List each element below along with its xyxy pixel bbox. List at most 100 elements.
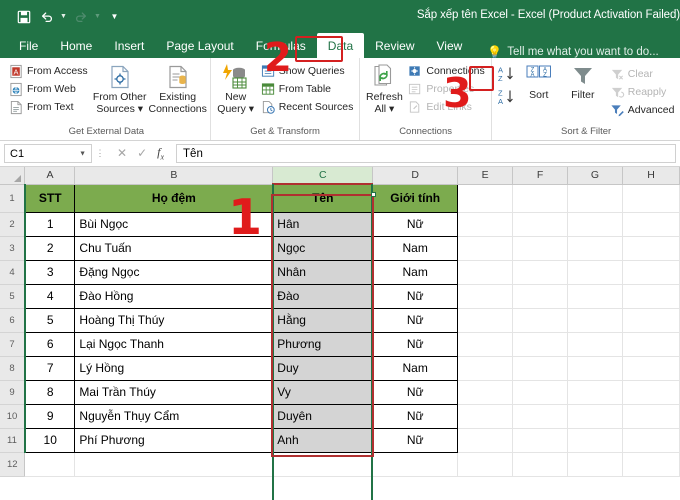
chevron-down-icon[interactable]: ▼	[79, 150, 86, 157]
cell-d10[interactable]: Nữ	[372, 403, 459, 429]
row-header-2[interactable]: 2	[0, 212, 26, 237]
cell-g4[interactable]	[567, 260, 623, 285]
column-header-d[interactable]: D	[372, 167, 459, 185]
cell-a1[interactable]: STT	[24, 183, 76, 213]
cell-b8[interactable]: Lý Hồng	[74, 355, 274, 381]
cell-h12[interactable]	[622, 452, 680, 477]
refresh-all-button[interactable]: Refresh All ▾	[363, 61, 405, 115]
cell-d7[interactable]: Nữ	[372, 331, 459, 357]
cell-d1[interactable]: Giới tính	[372, 183, 459, 213]
cell-g3[interactable]	[567, 236, 623, 261]
tab-data[interactable]: Data	[316, 33, 365, 58]
cell-a11[interactable]: 10	[24, 427, 76, 453]
cell-h9[interactable]	[622, 380, 680, 405]
select-all-corner[interactable]	[0, 167, 26, 185]
row-header-5[interactable]: 5	[0, 284, 26, 309]
cell-g6[interactable]	[567, 308, 623, 333]
row-header-7[interactable]: 7	[0, 332, 26, 357]
tell-me-search[interactable]: 💡 Tell me what you want to do...	[487, 46, 658, 58]
tab-review[interactable]: Review	[364, 33, 425, 58]
cell-f12[interactable]	[512, 452, 569, 477]
cell-a10[interactable]: 9	[24, 403, 76, 429]
cell-h6[interactable]	[622, 308, 680, 333]
cell-d6[interactable]: Nữ	[372, 307, 459, 333]
cell-g1[interactable]	[567, 184, 623, 213]
cell-a5[interactable]: 4	[24, 283, 76, 309]
connections-button[interactable]: Connections	[405, 62, 487, 80]
cell-h10[interactable]	[622, 404, 680, 429]
sort-descending-button[interactable]: Z A	[495, 86, 517, 108]
cell-b4[interactable]: Đặng Ngọc	[74, 259, 274, 285]
cell-b2[interactable]: Bùi Ngọc	[74, 211, 274, 237]
cell-d2[interactable]: Nữ	[372, 211, 459, 237]
column-header-b[interactable]: B	[74, 167, 274, 185]
column-header-c[interactable]: C	[272, 167, 374, 185]
cell-d8[interactable]: Nam	[372, 355, 459, 381]
cell-f8[interactable]	[512, 356, 569, 381]
cell-h2[interactable]	[622, 212, 680, 237]
cell-f10[interactable]	[512, 404, 569, 429]
cell-g5[interactable]	[567, 284, 623, 309]
cell-c3[interactable]: Ngọc	[272, 235, 374, 261]
cell-f6[interactable]	[512, 308, 569, 333]
cell-h8[interactable]	[622, 356, 680, 381]
column-header-a[interactable]: A	[24, 167, 76, 185]
cell-h5[interactable]	[622, 284, 680, 309]
column-header-h[interactable]: H	[622, 167, 680, 185]
column-header-f[interactable]: F	[512, 167, 569, 185]
cell-b9[interactable]: Mai Trần Thúy	[74, 379, 274, 405]
row-header-1[interactable]: 1	[0, 184, 26, 213]
from-other-sources-button[interactable]: From Other Sources ▾	[91, 61, 149, 115]
recent-sources-button[interactable]: Recent Sources	[258, 98, 357, 116]
cell-h3[interactable]	[622, 236, 680, 261]
tab-insert[interactable]: Insert	[103, 33, 155, 58]
save-icon[interactable]	[13, 6, 34, 27]
cell-g11[interactable]	[567, 428, 623, 453]
cell-g12[interactable]	[567, 452, 623, 477]
cell-c2[interactable]: Hân	[272, 211, 374, 237]
cell-d5[interactable]: Nữ	[372, 283, 459, 309]
cell-f2[interactable]	[512, 212, 569, 237]
cell-f9[interactable]	[512, 380, 569, 405]
cell-g8[interactable]	[567, 356, 623, 381]
cell-e9[interactable]	[457, 380, 514, 405]
row-header-6[interactable]: 6	[0, 308, 26, 333]
cell-c8[interactable]: Duy	[272, 355, 374, 381]
sort-ascending-button[interactable]: A Z	[495, 63, 517, 85]
cell-e5[interactable]	[457, 284, 514, 309]
cell-a7[interactable]: 6	[24, 331, 76, 357]
column-header-g[interactable]: G	[567, 167, 623, 185]
from-access-button[interactable]: A From Access	[6, 62, 91, 80]
cell-e10[interactable]	[457, 404, 514, 429]
cell-b5[interactable]: Đào Hồng	[74, 283, 274, 309]
cell-d4[interactable]: Nam	[372, 259, 459, 285]
cell-a2[interactable]: 1	[24, 211, 76, 237]
fx-icon[interactable]: fx	[157, 145, 164, 161]
row-header-9[interactable]: 9	[0, 380, 26, 405]
cell-a12[interactable]	[24, 452, 76, 477]
cell-b6[interactable]: Hoàng Thị Thúy	[74, 307, 274, 333]
tab-home[interactable]: Home	[49, 33, 103, 58]
close-icon[interactable]: ✕	[117, 146, 127, 160]
cell-a6[interactable]: 5	[24, 307, 76, 333]
filter-button[interactable]: Filter	[561, 63, 605, 101]
show-queries-button[interactable]: Show Queries	[258, 62, 357, 80]
new-query-button[interactable]: New Query ▾	[214, 61, 258, 115]
cell-e1[interactable]	[457, 184, 514, 213]
customize-quick-access-icon[interactable]: ▼	[110, 6, 119, 27]
cell-e12[interactable]	[457, 452, 514, 477]
cell-f4[interactable]	[512, 260, 569, 285]
cell-c7[interactable]: Phương	[272, 331, 374, 357]
tab-page-layout[interactable]: Page Layout	[155, 33, 244, 58]
undo-dropdown-caret[interactable]: ▼	[59, 6, 68, 27]
row-header-12[interactable]: 12	[0, 452, 26, 477]
tab-view[interactable]: View	[426, 33, 474, 58]
cell-e4[interactable]	[457, 260, 514, 285]
check-icon[interactable]: ✓	[137, 146, 147, 160]
cell-g7[interactable]	[567, 332, 623, 357]
row-header-11[interactable]: 11	[0, 428, 26, 453]
cell-c1[interactable]: Tên	[272, 183, 374, 213]
cell-e7[interactable]	[457, 332, 514, 357]
cell-g9[interactable]	[567, 380, 623, 405]
tab-file[interactable]: File	[8, 33, 49, 58]
